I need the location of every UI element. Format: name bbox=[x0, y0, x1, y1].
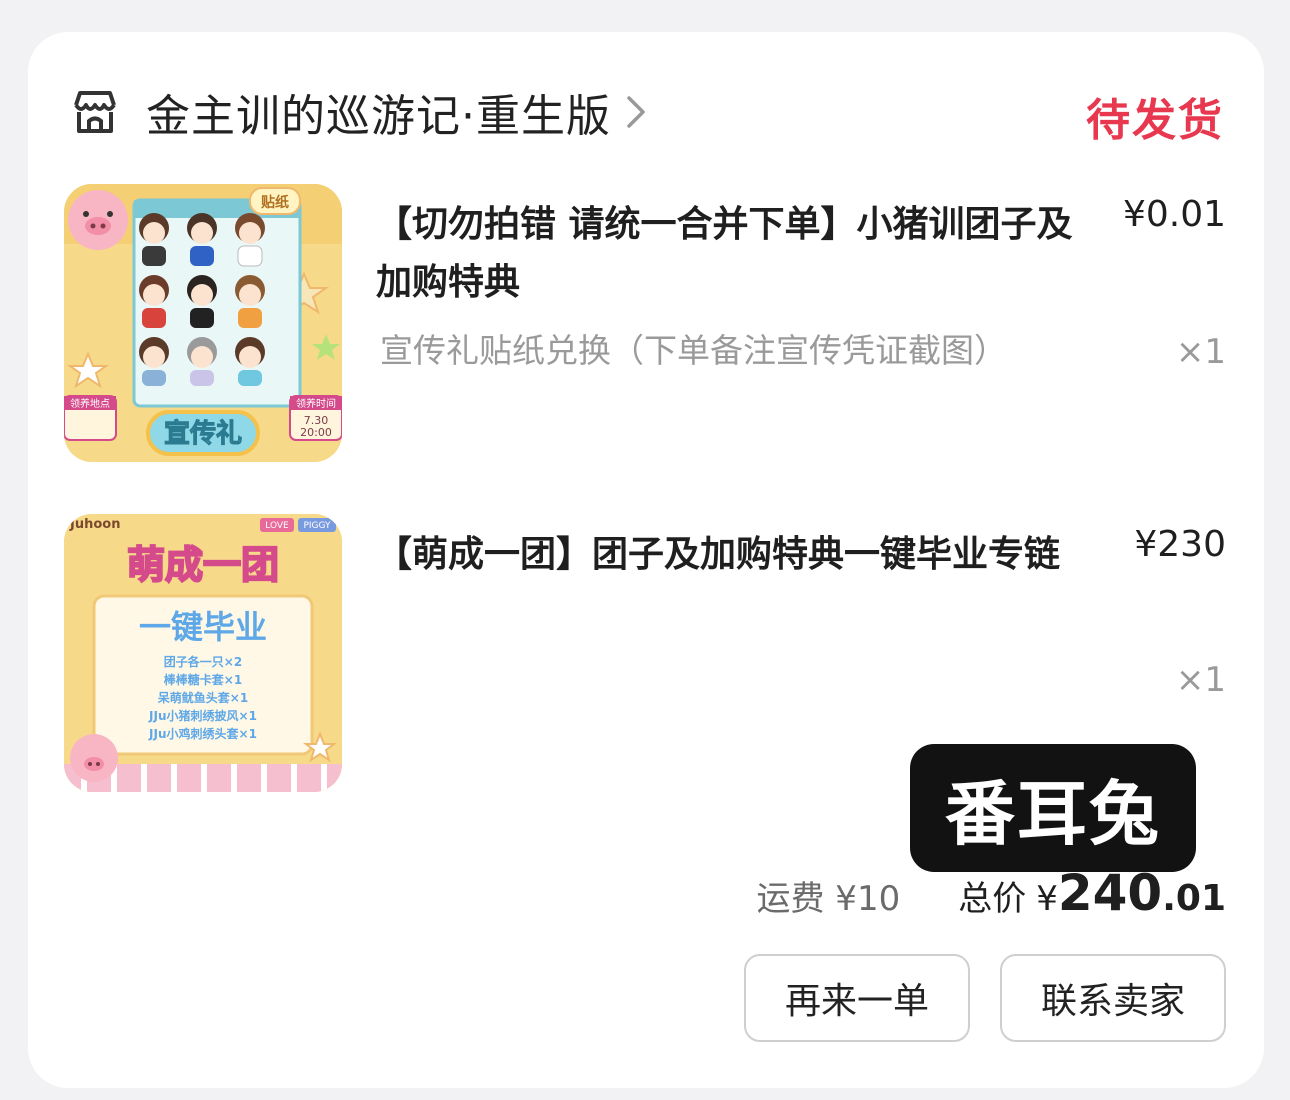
item-quantity: ×1 bbox=[1175, 332, 1226, 372]
love-tag: LOVE bbox=[265, 521, 289, 531]
bundle-line: 团子各一只×2 bbox=[164, 654, 242, 669]
shipping-fee: 运费 ¥10 bbox=[756, 879, 901, 919]
pig-sticker-icon bbox=[68, 190, 128, 250]
shop-name[interactable]: 金主训的巡游记·重生版 bbox=[146, 80, 611, 144]
item-spec: 宣传礼贴纸兑换（下单备注宣传凭证截图） bbox=[380, 331, 1007, 370]
total-amount-decimal: .01 bbox=[1162, 878, 1226, 919]
pig-sticker-icon bbox=[70, 734, 118, 782]
product-thumbnail[interactable]: Juhoon LOVE PIGGY 萌成一团 一键毕业 团子各一只×2 棒棒糖卡… bbox=[64, 514, 342, 792]
order-totals: 运费 ¥10 总价 ¥ 240 .01 bbox=[757, 864, 1227, 922]
item-title[interactable]: 【切勿拍错 请统一合并下单】小猪训团子及加购特典 bbox=[376, 196, 1076, 312]
total-label: 总价 bbox=[958, 879, 1027, 919]
bundle-line: JJu小猪刺绣披风×1 bbox=[148, 708, 257, 723]
bundle-line: JJu小鸡刺绣头套×1 bbox=[148, 726, 257, 741]
reorder-button[interactable]: 再来一单 bbox=[744, 954, 970, 1042]
piggy-tag: PIGGY bbox=[303, 521, 331, 531]
watermark-label: 番耳兔 bbox=[910, 744, 1196, 872]
order-status: 待发货 bbox=[1086, 95, 1224, 146]
thumb-footer: 宣传礼 bbox=[164, 418, 242, 449]
shop-header[interactable]: 金主训的巡游记·重生版 待发货 bbox=[68, 80, 1224, 146]
time-tag: 领养时间 bbox=[296, 397, 336, 410]
item-price: ¥0.01 bbox=[1122, 194, 1226, 235]
brand-label: Juhoon bbox=[69, 517, 120, 532]
contact-seller-button[interactable]: 联系卖家 bbox=[1000, 954, 1226, 1042]
thumb-headline: 萌成一团 bbox=[127, 543, 279, 587]
location-tag: 领养地点 bbox=[70, 397, 110, 410]
time-clock: 20:00 bbox=[300, 426, 332, 439]
order-card: 金主训的巡游记·重生版 待发货 贴纸 领养地点 领养时间 7.30 20:00 … bbox=[28, 32, 1264, 1088]
bundle-line: 呆萌鱿鱼头套×1 bbox=[157, 690, 248, 705]
chevron-right-icon[interactable] bbox=[625, 94, 647, 130]
item-title[interactable]: 【萌成一团】团子及加购特典一键毕业专链 bbox=[376, 526, 1076, 584]
order-item[interactable]: 贴纸 领养地点 领养时间 7.30 20:00 宣传礼 【切勿拍错 请统一合并下… bbox=[64, 184, 1226, 464]
thumb-subhead: 一键毕业 bbox=[139, 608, 267, 646]
total-amount-integer: 240 bbox=[1057, 864, 1163, 922]
bundle-line: 棒棒糖卡套×1 bbox=[164, 672, 242, 687]
product-thumbnail[interactable]: 贴纸 领养地点 领养时间 7.30 20:00 宣传礼 bbox=[64, 184, 342, 462]
item-quantity: ×1 bbox=[1175, 660, 1226, 700]
store-icon bbox=[74, 91, 116, 133]
item-price: ¥230 bbox=[1134, 524, 1226, 565]
currency-sign: ¥ bbox=[1036, 879, 1058, 919]
sticker-badge: 贴纸 bbox=[261, 194, 289, 211]
